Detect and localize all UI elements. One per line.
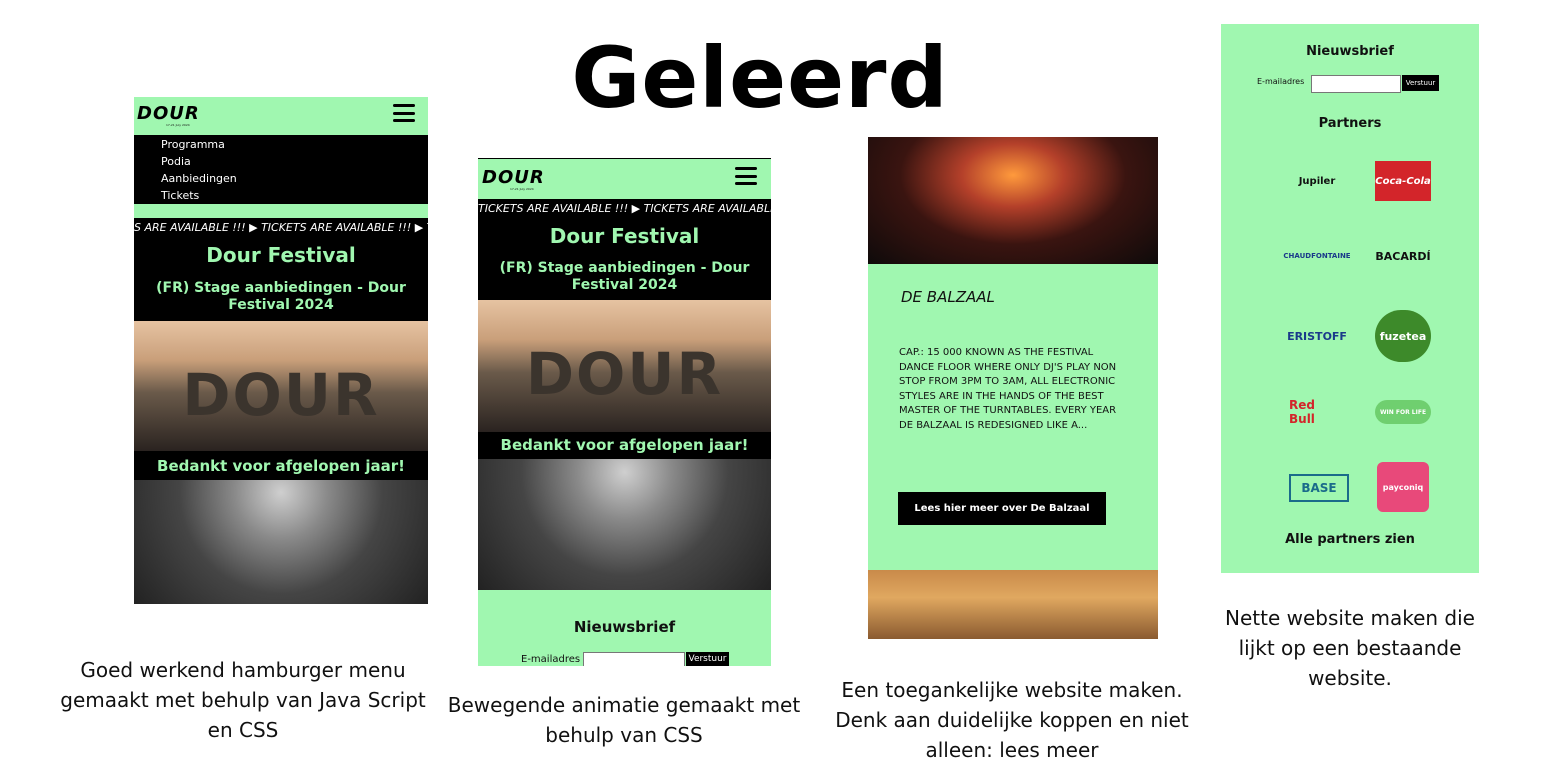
dour-sign-photo: DOUR	[478, 300, 771, 432]
base-logo[interactable]: BASE	[1289, 474, 1349, 502]
festival-heading: Dour Festival	[206, 243, 356, 267]
bacardi-logo[interactable]: BACARDÍ	[1375, 236, 1431, 276]
menu-divider	[134, 204, 428, 218]
email-field[interactable]	[1311, 75, 1401, 93]
caption-animation: Bewegende animatie gemaakt met behulp va…	[447, 693, 801, 747]
sunset-photo	[868, 570, 1158, 639]
email-label: E-mailadres	[1257, 77, 1305, 86]
menu-item-tickets[interactable]: Tickets	[134, 187, 428, 204]
dour-logo[interactable]: DOUR	[137, 103, 200, 124]
nav-menu: Programma Podia Aanbiedingen Tickets	[134, 136, 428, 204]
stage-heading: DE BALZAAL	[901, 288, 995, 306]
stage-description: CAP.: 15 000 KNOWN AS THE FESTIVAL DANCE…	[899, 347, 1117, 431]
screenshot-animation: DOUR 17-21 July 2024 TICKETS ARE AVAILAB…	[478, 158, 771, 666]
dour-sign-letters: DOUR	[525, 340, 724, 408]
dour-logo[interactable]: DOUR	[482, 167, 545, 188]
festival-heading: Dour Festival	[549, 224, 700, 248]
stage-offers-heading: (FR) Stage aanbiedingen - Dour Festival …	[499, 260, 750, 293]
submit-button[interactable]: Verstuur	[1402, 75, 1439, 91]
dour-sign-letters: DOUR	[182, 361, 380, 429]
dour-sign-photo: DOUR	[134, 321, 428, 451]
hamburger-icon[interactable]	[393, 104, 415, 122]
caption-partners: Nette website maken die lijkt op een bes…	[1225, 606, 1475, 690]
read-more-button[interactable]: Lees hier meer over De Balzaal	[898, 492, 1106, 525]
winforlife-logo[interactable]: WIN FOR LIFE	[1375, 400, 1431, 424]
submit-button[interactable]: Verstuur	[686, 652, 729, 666]
newsletter-title: Nieuwsbrief	[1306, 44, 1394, 59]
hamburger-icon[interactable]	[735, 167, 757, 185]
eristoff-logo[interactable]: ERISTOFF	[1287, 316, 1347, 356]
fuzetea-logo[interactable]: fuzetea	[1375, 310, 1431, 362]
newsletter-section: Nieuwsbrief E-mailadres Verstuur	[478, 590, 771, 666]
all-partners-link[interactable]: Alle partners zien	[1221, 532, 1479, 547]
newsletter-title: Nieuwsbrief	[573, 618, 676, 636]
menu-item-programma[interactable]: Programma	[134, 136, 428, 153]
header-bar: DOUR 17-21 July 2024	[134, 97, 428, 135]
caption-hamburger: Goed werkend hamburger menu gemaakt met …	[60, 658, 426, 742]
crowd-photo	[134, 480, 428, 604]
screenshot-hamburger-menu: DOUR 17-21 July 2024 Programma Podia Aan…	[134, 97, 428, 604]
logo-date: 17-21 July 2024	[166, 123, 190, 127]
email-label: E-mailadres	[521, 654, 581, 665]
menu-item-podia[interactable]: Podia	[134, 153, 428, 170]
payconiq-logo[interactable]: payconiq	[1377, 462, 1429, 512]
redbull-logo[interactable]: Red Bull	[1289, 392, 1345, 432]
menu-item-aanbiedingen[interactable]: Aanbiedingen	[134, 170, 428, 187]
page-title: Geleerd	[571, 29, 949, 127]
logo-date: 17-21 July 2024	[510, 187, 534, 191]
header-bar: DOUR 17-21 July 2024	[478, 158, 771, 199]
crowd-photo	[478, 459, 771, 590]
partners-title: Partners	[1318, 116, 1382, 131]
stage-offers-heading: (FR) Stage aanbiedingen - Dour Festival …	[156, 280, 406, 313]
screenshot-partners: Nieuwsbrief E-mailadres Verstuur Partner…	[1221, 24, 1479, 573]
ticket-marquee: S ARE AVAILABLE !!! ▶ TICKETS ARE AVAILA…	[134, 221, 428, 234]
thanks-banner: Bedankt voor afgelopen jaar!	[478, 432, 771, 459]
ticket-marquee: TICKETS ARE AVAILABLE !!! ▶ TICKETS ARE …	[478, 202, 771, 215]
chaudfontaine-logo[interactable]: CHAUDFONTAINE	[1283, 236, 1350, 276]
jupiler-logo[interactable]: Jupiler	[1289, 161, 1345, 201]
screenshot-accessible: DE BALZAAL CAP.: 15 000 KNOWN AS THE FES…	[868, 137, 1158, 639]
caption-accessible: Een toegankelijke website maken. Denk aa…	[835, 678, 1189, 762]
thanks-banner: Bedankt voor afgelopen jaar!	[134, 453, 428, 480]
email-field[interactable]	[583, 652, 685, 666]
cocacola-logo[interactable]: Coca-Cola	[1375, 161, 1431, 201]
stage-photo	[868, 137, 1158, 264]
